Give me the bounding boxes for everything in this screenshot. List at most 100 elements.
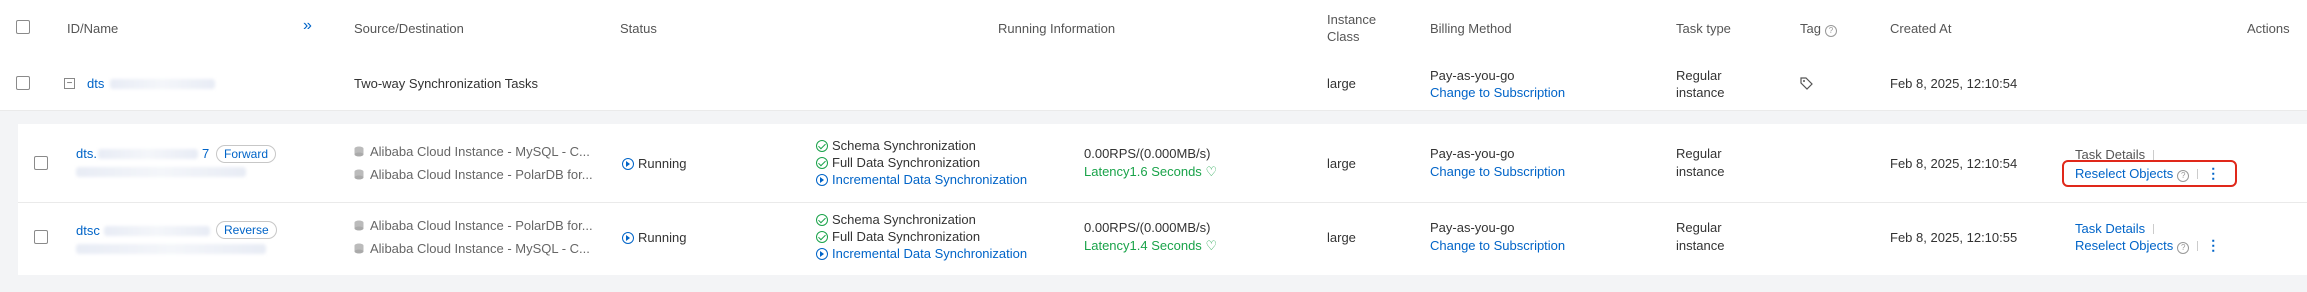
step-label: Schema Synchronization [832, 138, 976, 153]
step-label: Full Data Synchronization [832, 229, 981, 244]
group-change-subscription-link[interactable]: Change to Subscription [1430, 85, 1565, 100]
step-label: Full Data Synchronization [832, 155, 981, 170]
action-divider [2153, 150, 2155, 160]
created-at: Feb 8, 2025, 12:10:55 [1890, 230, 2018, 245]
task-status-label: Running [638, 156, 687, 171]
task-id-suffix[interactable]: 7 [202, 146, 209, 161]
source-instance-label: Alibaba Cloud Instance - MySQL - C... [370, 144, 590, 159]
reselect-objects-link[interactable]: Reselect Objects? ⋮ [2075, 237, 2220, 254]
step-full-data: Full Data Synchronization [816, 155, 980, 170]
group-task-id[interactable]: dts [87, 76, 104, 91]
col-id-name: ID/Name [67, 21, 119, 36]
group-task-type-2: instance [1676, 85, 1725, 100]
action-divider [2153, 224, 2155, 234]
latency: Latency1.4 Seconds ♡ [1084, 238, 1217, 254]
group-task-type-1: Regular [1676, 68, 1722, 83]
more-actions-icon[interactable]: ⋮ [2206, 165, 2220, 181]
step-schema: Schema Synchronization [816, 138, 976, 153]
throughput: 0.00RPS/(0.000MB/s) [1084, 146, 1211, 161]
task-table: ID/Name » Source/Destination Status Runn… [0, 0, 2307, 292]
tag-help-icon[interactable]: ? [1824, 25, 1837, 37]
instance-class: large [1327, 156, 1356, 171]
col-tag-label: Tag [1800, 21, 1821, 36]
running-icon [622, 232, 634, 244]
reselect-objects-label: Reselect Objects [2075, 166, 2174, 181]
help-icon[interactable]: ? [2177, 242, 2190, 254]
col-tag: Tag? [1800, 21, 1837, 37]
redacted-name [76, 167, 246, 177]
step-schema: Schema Synchronization [816, 212, 976, 227]
step-label: Schema Synchronization [832, 212, 976, 227]
row-checkbox[interactable] [34, 156, 48, 170]
col-status: Status [620, 21, 657, 36]
source-instance: Alibaba Cloud Instance - PolarDB for... [354, 218, 593, 233]
task-type-2: instance [1676, 164, 1725, 179]
latency-label: Latency1.6 Seconds [1084, 164, 1202, 179]
check-circle-icon [816, 140, 828, 152]
col-billing-method: Billing Method [1430, 21, 1512, 36]
running-icon [622, 158, 634, 170]
action-divider [2197, 169, 2199, 179]
table-row: dtsc Reverse Alibaba Cloud Instance - Po… [18, 203, 2307, 275]
destination-instance-label: Alibaba Cloud Instance - MySQL - C... [370, 241, 590, 256]
task-details-link[interactable]: Task Details [2075, 221, 2162, 236]
collapse-icon[interactable]: − [64, 78, 75, 89]
task-status: Running [622, 230, 686, 245]
task-status-label: Running [638, 230, 687, 245]
change-subscription-link[interactable]: Change to Subscription [1430, 164, 1565, 179]
redacted-name [76, 244, 266, 254]
col-task-type: Task type [1676, 21, 1731, 36]
database-icon [354, 169, 364, 180]
step-full-data: Full Data Synchronization [816, 229, 980, 244]
row-checkbox[interactable] [16, 76, 30, 90]
latency: Latency1.6 Seconds ♡ [1084, 164, 1217, 180]
redacted-id [110, 79, 215, 89]
throughput: 0.00RPS/(0.000MB/s) [1084, 220, 1211, 235]
group-created-at: Feb 8, 2025, 12:10:54 [1890, 76, 2018, 91]
step-incremental[interactable]: Incremental Data Synchronization [816, 246, 1027, 261]
source-instance-label: Alibaba Cloud Instance - PolarDB for... [370, 218, 593, 233]
group-instance-class: large [1327, 76, 1356, 91]
col-running-info: Running Information [998, 21, 1116, 36]
database-icon [354, 220, 364, 231]
table-row: dts. 7 Forward Alibaba Cloud Instance - … [18, 124, 2307, 203]
heart-pulse-icon: ♡ [1205, 164, 1218, 179]
col-instance-class-1: Instance [1327, 12, 1377, 27]
task-type-1: Regular [1676, 220, 1722, 235]
database-icon [354, 146, 364, 157]
heart-pulse-icon: ♡ [1205, 238, 1218, 253]
step-label: Incremental Data Synchronization [832, 172, 1028, 187]
col-instance-class-2: Class [1327, 29, 1360, 44]
change-subscription-link[interactable]: Change to Subscription [1430, 238, 1565, 253]
task-type-1: Regular [1676, 146, 1722, 161]
reselect-objects-label: Reselect Objects [2075, 238, 2174, 253]
redacted-id [104, 226, 210, 236]
reselect-objects-link[interactable]: Reselect Objects? ⋮ [2075, 165, 2220, 182]
tag-icon[interactable] [1800, 77, 1813, 90]
check-circle-icon [816, 231, 828, 243]
redacted-id [98, 149, 198, 159]
task-status: Running [622, 156, 686, 171]
row-checkbox[interactable] [34, 230, 48, 244]
step-incremental[interactable]: Incremental Data Synchronization [816, 172, 1027, 187]
direction-badge: Reverse [216, 221, 277, 239]
destination-instance: Alibaba Cloud Instance - MySQL - C... [354, 241, 590, 256]
running-icon [816, 174, 828, 186]
table-row-group: − dts Two-way Synchronization Tasks larg… [0, 56, 2307, 111]
billing-method: Pay-as-you-go [1430, 146, 1515, 161]
check-circle-icon [816, 157, 828, 169]
col-created-at: Created At [1890, 21, 1952, 36]
task-id-link[interactable]: dts. [76, 146, 97, 161]
task-type-2: instance [1676, 238, 1725, 253]
expand-columns-icon[interactable]: » [303, 17, 312, 35]
group-billing-method: Pay-as-you-go [1430, 68, 1515, 83]
billing-method: Pay-as-you-go [1430, 220, 1515, 235]
destination-instance: Alibaba Cloud Instance - PolarDB for... [354, 167, 593, 182]
source-instance: Alibaba Cloud Instance - MySQL - C... [354, 144, 590, 159]
select-all-checkbox[interactable] [16, 20, 30, 34]
help-icon[interactable]: ? [2177, 170, 2190, 182]
task-id-link[interactable]: dtsc [76, 223, 100, 238]
running-icon [816, 248, 828, 260]
group-source-destination: Two-way Synchronization Tasks [354, 76, 539, 91]
more-actions-icon[interactable]: ⋮ [2206, 237, 2220, 253]
